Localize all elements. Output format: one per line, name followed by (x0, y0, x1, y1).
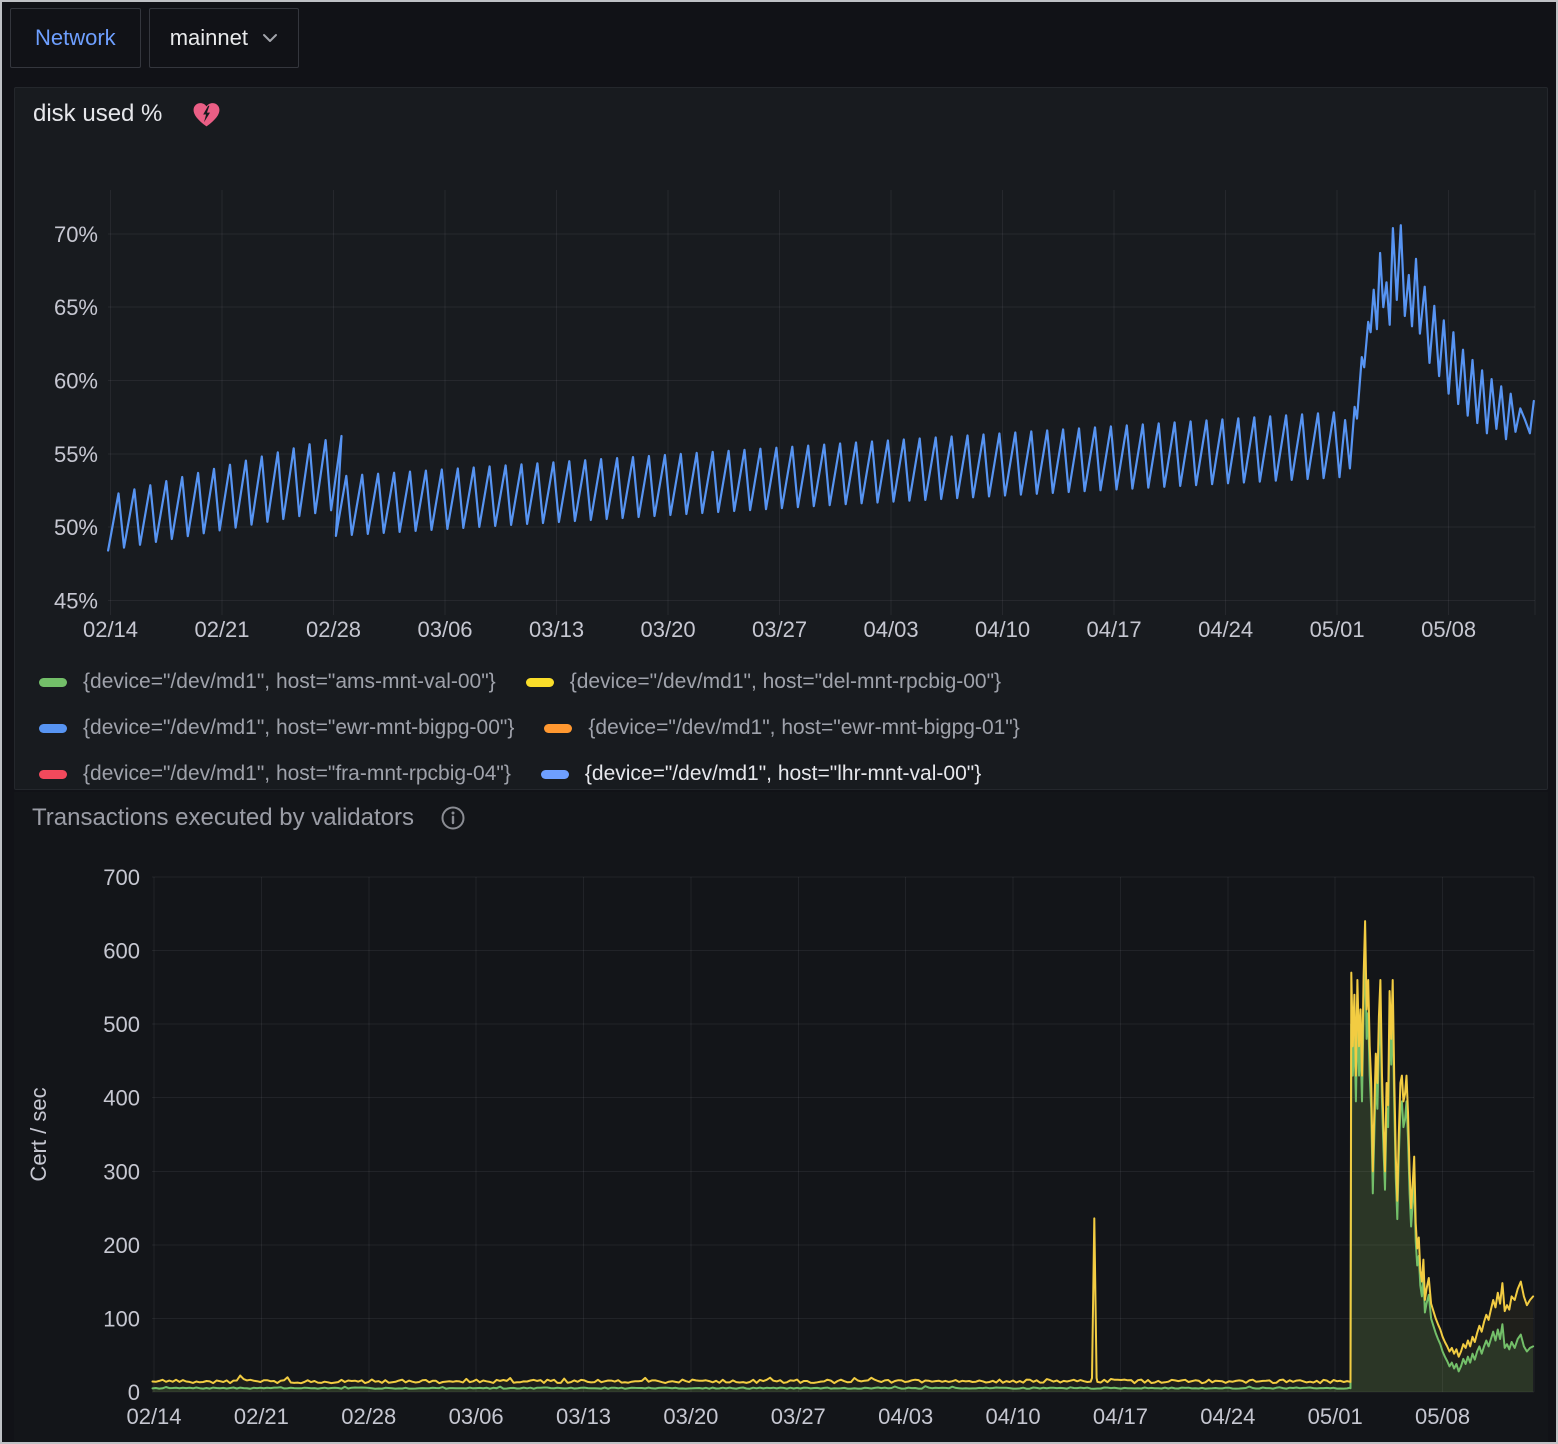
x-axis-tick-label: 03/27 (752, 617, 807, 642)
chevron-down-icon (262, 33, 278, 43)
panel-transactions: Transactions executed by validators 0 100… (14, 792, 1548, 1444)
y-axis-tick-label: 70% (54, 222, 98, 247)
info-circle-icon[interactable] (440, 805, 466, 831)
y-axis-tick-label: 200 (103, 1233, 140, 1258)
legend-series-color-icon (39, 678, 67, 687)
x-axis-tick-label: 03/06 (449, 1404, 504, 1429)
legend-series-color-icon (541, 770, 569, 779)
broken-heart-alert-icon[interactable] (192, 101, 221, 128)
x-axis-tick-label: 02/14 (83, 617, 138, 642)
x-axis-tick-label: 03/13 (556, 1404, 611, 1429)
y-axis-tick-label: 0 (128, 1380, 140, 1405)
validators-green-area-fill (153, 943, 1534, 1392)
x-axis-tick-label: 02/21 (194, 617, 249, 642)
transactions-chart: 0 100 200 300 400 500 600 700 02/14 02/21 02/28 03/… (14, 792, 1548, 1444)
y-axis-tick-label: 65% (54, 295, 98, 320)
variable-label-text: Network (35, 25, 116, 51)
x-axis-tick-label: 03/27 (771, 1404, 826, 1429)
legend-series-label: {device="/dev/md1", host="ams-mnt-val-00… (83, 670, 496, 694)
x-axis-tick-label: 02/14 (126, 1404, 181, 1429)
y-axis-tick-label: 300 (103, 1159, 140, 1184)
legend-item-5[interactable]: {device="/dev/md1", host="lhr-mnt-val-00… (541, 758, 981, 790)
legend-item-0[interactable]: {device="/dev/md1", host="ams-mnt-val-00… (39, 666, 496, 698)
legend-item-2[interactable]: {device="/dev/md1", host="ewr-mnt-bigpg-… (39, 712, 514, 744)
legend-series-color-icon (39, 770, 67, 779)
legend-series-color-icon (526, 678, 554, 687)
dashboard-controls: Network mainnet (10, 8, 299, 68)
x-axis-tick-label: 04/10 (986, 1404, 1041, 1429)
y-axis-tick-label: 400 (103, 1086, 140, 1111)
disk-used-chart: 45% 50% 55% 60% 65% 70% 02/14 02/21 02/28 03/06 03… (15, 88, 1549, 664)
y-axis-tick-label: 60% (54, 369, 98, 394)
x-axis-tick-label: 04/03 (864, 617, 919, 642)
y-axis-tick-label: 600 (103, 939, 140, 964)
x-axis-tick-label: 05/08 (1421, 617, 1476, 642)
panel-title-disk-used[interactable]: disk used % (33, 100, 162, 128)
executed-yellow-series-line (153, 921, 1534, 1383)
panel-disk-used: disk used % 45% 50% 55% 60% 65% 70% 02/14 02/21… (14, 87, 1548, 790)
y-axis-tick-label: 45% (54, 588, 98, 613)
x-axis-tick-label: 03/13 (529, 617, 584, 642)
y-axis-tick-label: 500 (103, 1012, 140, 1037)
x-axis-tick-label: 02/21 (234, 1404, 289, 1429)
x-axis-tick-label: 03/06 (417, 617, 472, 642)
disk-chart-legend: {device="/dev/md1", host="ams-mnt-val-00… (39, 666, 1329, 790)
x-axis-tick-label: 02/28 (306, 617, 361, 642)
network-variable-dropdown[interactable]: mainnet (149, 8, 299, 68)
y-axis-tick-label: 100 (103, 1306, 140, 1331)
legend-series-label: {device="/dev/md1", host="lhr-mnt-val-00… (585, 762, 981, 786)
legend-series-color-icon (544, 724, 572, 733)
x-axis-tick-label: 04/24 (1200, 1404, 1255, 1429)
x-axis-tick-label: 04/10 (975, 617, 1030, 642)
y-axis-tick-label: 50% (54, 515, 98, 540)
variable-value-text: mainnet (170, 25, 248, 51)
legend-item-4[interactable]: {device="/dev/md1", host="fra-mnt-rpcbig… (39, 758, 511, 790)
legend-item-3[interactable]: {device="/dev/md1", host="ewr-mnt-bigpg-… (544, 712, 1019, 744)
x-axis-tick-label: 02/28 (341, 1404, 396, 1429)
x-axis-tick-label: 04/24 (1198, 617, 1253, 642)
x-axis-tick-label: 04/17 (1087, 617, 1142, 642)
grafana-dashboard: Network mainnet disk used % 45% 50% 55% 60%… (0, 0, 1558, 1444)
legend-series-label: {device="/dev/md1", host="fra-mnt-rpcbig… (83, 762, 511, 786)
validators-green-series-line (153, 943, 1534, 1388)
y-axis-title: Cert / sec (26, 1087, 51, 1181)
x-axis-tick-label: 04/03 (878, 1404, 933, 1429)
x-axis-tick-label: 03/20 (641, 617, 696, 642)
legend-series-label: {device="/dev/md1", host="del-mnt-rpcbig… (570, 670, 1001, 694)
x-axis-tick-label: 04/17 (1093, 1404, 1148, 1429)
variable-label-network: Network (10, 8, 141, 68)
x-axis-tick-label: 03/20 (663, 1404, 718, 1429)
y-axis-tick-label: 55% (54, 442, 98, 467)
disk-used-series-line (108, 225, 1534, 550)
panel-header: Transactions executed by validators (32, 804, 466, 832)
y-axis-tick-label: 700 (103, 865, 140, 890)
x-axis-tick-label: 05/08 (1415, 1404, 1470, 1429)
panel-header: disk used % (33, 100, 221, 128)
legend-series-color-icon (39, 724, 67, 733)
legend-series-label: {device="/dev/md1", host="ewr-mnt-bigpg-… (588, 716, 1019, 740)
legend-series-label: {device="/dev/md1", host="ewr-mnt-bigpg-… (83, 716, 514, 740)
x-axis-tick-label: 05/01 (1308, 1404, 1363, 1429)
x-axis-tick-label: 05/01 (1310, 617, 1365, 642)
executed-yellow-area-fill (153, 921, 1534, 1392)
legend-item-1[interactable]: {device="/dev/md1", host="del-mnt-rpcbig… (526, 666, 1001, 698)
panel-title-transactions[interactable]: Transactions executed by validators (32, 804, 414, 832)
